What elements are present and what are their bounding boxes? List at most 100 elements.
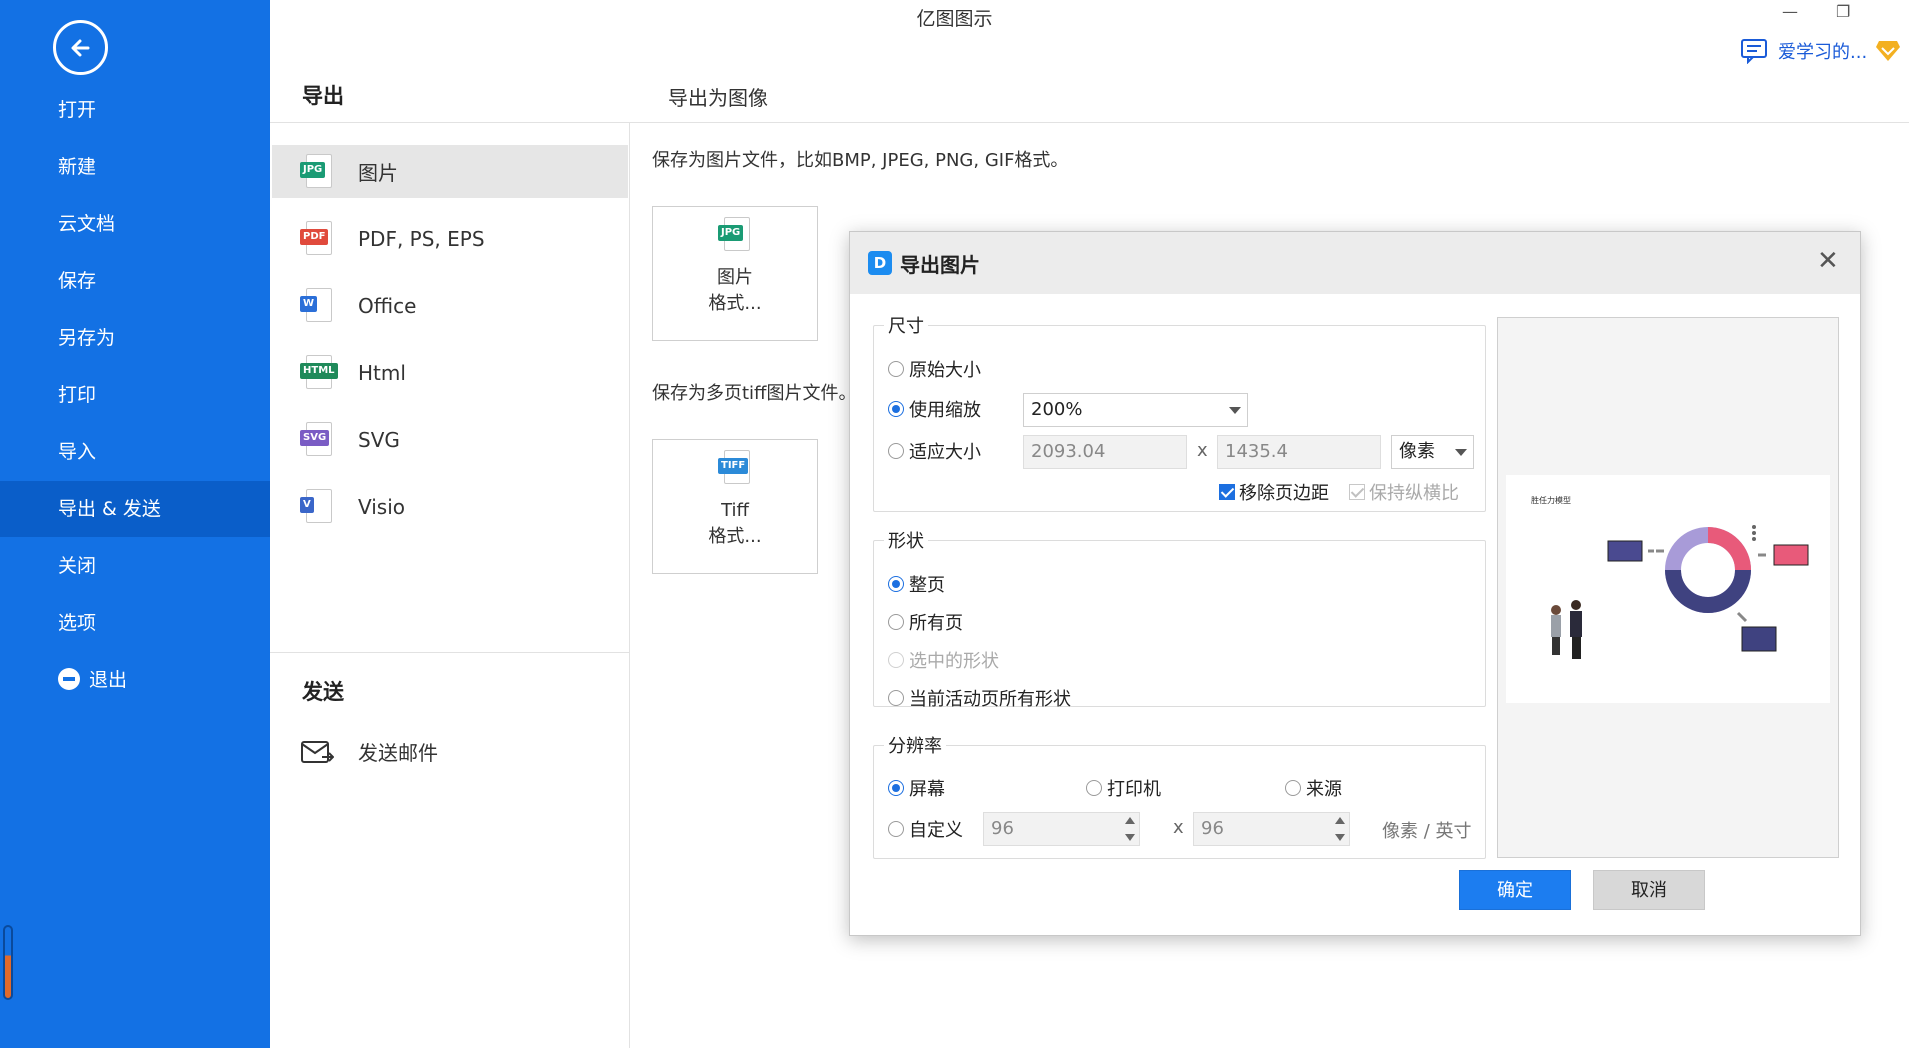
nav-item-print[interactable]: 打印 — [0, 367, 270, 423]
format-label: 图片 — [358, 161, 398, 185]
header-divider — [270, 122, 1909, 123]
remove-margin-option[interactable]: 移除页边距 — [1219, 479, 1329, 505]
times-sign: x — [1197, 440, 1208, 461]
nav-item-close[interactable]: 关闭 — [0, 538, 270, 594]
whole-page-option[interactable]: 整页 — [888, 571, 945, 597]
tiff-file-icon: TIFF — [718, 450, 752, 486]
nav-item-open[interactable]: 打开 — [0, 82, 270, 138]
unit-select[interactable]: 像素 — [1391, 435, 1474, 469]
send-email-label: 发送邮件 — [358, 741, 438, 765]
nav-item-save-as[interactable]: 另存为 — [0, 310, 270, 366]
screen-option[interactable]: 屏幕 — [888, 775, 945, 801]
nav-item-import[interactable]: 导入 — [0, 424, 270, 480]
chevron-down-icon — [1229, 407, 1241, 414]
size-legend: 尺寸 — [888, 316, 924, 337]
tiff-description: 保存为多页tiff图片文件。 — [652, 383, 857, 404]
screen-radio[interactable] — [888, 780, 904, 796]
format-item-pdf[interactable]: PDF PDF, PS, EPS — [272, 212, 628, 265]
dpi-y-value: 96 — [1201, 818, 1224, 839]
current-page-shapes-label: 当前活动页所有形状 — [909, 689, 1071, 710]
selected-shapes-option: 选中的形状 — [888, 647, 999, 673]
remove-margin-label: 移除页边距 — [1239, 483, 1329, 504]
scrollbar-handle[interactable] — [3, 925, 13, 1000]
cancel-button[interactable]: 取消 — [1593, 870, 1705, 910]
nav-item-export-send[interactable]: 导出 & 发送 — [0, 481, 270, 537]
stepper-icon[interactable] — [1125, 817, 1135, 841]
exit-label: 退出 — [89, 669, 128, 691]
printer-label: 打印机 — [1107, 779, 1161, 800]
restore-icon[interactable]: ❐ — [1836, 2, 1850, 21]
use-zoom-option[interactable]: 使用缩放 — [888, 396, 981, 422]
dpi-x-value: 96 — [991, 818, 1014, 839]
source-option[interactable]: 来源 — [1285, 775, 1342, 801]
use-zoom-label: 使用缩放 — [909, 400, 981, 421]
format-item-office[interactable]: W Office — [272, 279, 628, 332]
nav-item-exit[interactable]: 退出 — [0, 652, 270, 708]
exit-icon — [58, 668, 80, 690]
selected-shapes-radio — [888, 652, 904, 668]
unit-value: 像素 — [1399, 441, 1435, 462]
file-menu-sidebar: 打开 新建 云文档 保存 另存为 打印 导入 导出 & 发送 关闭 选项 退出 — [0, 0, 270, 1048]
fit-size-radio[interactable] — [888, 443, 904, 459]
format-item-svg[interactable]: SVG SVG — [272, 413, 628, 466]
current-page-shapes-radio[interactable] — [888, 690, 904, 706]
selected-shapes-label: 选中的形状 — [909, 651, 999, 672]
shape-group: 形状 — [873, 527, 1486, 707]
dpi-y-input[interactable]: 96 — [1193, 812, 1350, 846]
whole-page-radio[interactable] — [888, 576, 904, 592]
printer-option[interactable]: 打印机 — [1086, 775, 1161, 801]
chat-icon — [1741, 39, 1767, 64]
format-item-html[interactable]: HTML Html — [272, 346, 628, 399]
svg-file-icon: SVG — [300, 421, 334, 458]
zoom-select[interactable]: 200% — [1023, 393, 1248, 427]
all-pages-radio[interactable] — [888, 614, 904, 630]
format-item-image[interactable]: JPG 图片 — [272, 145, 628, 198]
user-area[interactable]: 爱学习的... — [1740, 38, 1901, 64]
nav-item-new[interactable]: 新建 — [0, 139, 270, 195]
width-input[interactable]: 2093.04 — [1023, 435, 1187, 469]
original-size-radio[interactable] — [888, 361, 904, 377]
tile-label-line1: 图片 — [717, 267, 753, 288]
format-label: Office — [358, 293, 417, 318]
nav-item-cloud[interactable]: 云文档 — [0, 196, 270, 252]
keep-ratio-label: 保持纵横比 — [1369, 483, 1459, 504]
custom-label: 自定义 — [909, 820, 963, 841]
original-size-option[interactable]: 原始大小 — [888, 356, 981, 382]
height-input[interactable]: 1435.4 — [1217, 435, 1381, 469]
send-email-item[interactable]: 发送邮件 — [272, 725, 628, 778]
printer-radio[interactable] — [1086, 780, 1102, 796]
stepper-icon[interactable] — [1335, 817, 1345, 841]
keep-ratio-option: 保持纵横比 — [1349, 479, 1459, 505]
format-label: Visio — [358, 494, 406, 519]
dialog-header: D 导出图片 ✕ — [850, 232, 1860, 294]
dialog-title: 导出图片 — [900, 253, 980, 277]
use-zoom-radio[interactable] — [888, 401, 904, 417]
tiff-format-tile[interactable]: TIFF Tiff 格式... — [652, 439, 818, 574]
jpg-file-icon: JPG — [300, 153, 334, 190]
source-label: 来源 — [1306, 779, 1342, 800]
dpi-x-input[interactable]: 96 — [983, 812, 1140, 846]
image-description: 保存为图片文件，比如BMP, JPEG, PNG, GIF格式。 — [652, 150, 1069, 171]
remove-margin-checkbox[interactable] — [1219, 484, 1235, 500]
dpi-unit-label: 像素 / 英寸 — [1382, 821, 1472, 842]
image-format-tile[interactable]: JPG 图片 格式... — [652, 206, 818, 341]
format-item-visio[interactable]: V Visio — [272, 480, 628, 533]
fit-size-option[interactable]: 适应大小 — [888, 438, 981, 464]
custom-option[interactable]: 自定义 — [888, 816, 963, 842]
back-arrow-icon — [71, 39, 90, 57]
close-icon[interactable]: ✕ — [1817, 246, 1839, 276]
custom-radio[interactable] — [888, 821, 904, 837]
zoom-value: 200% — [1031, 399, 1083, 420]
app-title: 亿图图示 — [916, 8, 993, 30]
source-radio[interactable] — [1285, 780, 1301, 796]
html-file-icon: HTML — [300, 354, 338, 391]
jpg-file-icon: JPG — [718, 217, 752, 253]
all-pages-option[interactable]: 所有页 — [888, 609, 963, 635]
minimize-icon[interactable]: — — [1782, 2, 1798, 21]
current-page-shapes-option[interactable]: 当前活动页所有形状 — [888, 685, 1071, 711]
nav-item-save[interactable]: 保存 — [0, 253, 270, 309]
app-logo-icon: D — [868, 251, 892, 275]
nav-item-options[interactable]: 选项 — [0, 595, 270, 651]
ok-button[interactable]: 确定 — [1459, 870, 1571, 910]
visio-file-icon: V — [300, 488, 334, 525]
